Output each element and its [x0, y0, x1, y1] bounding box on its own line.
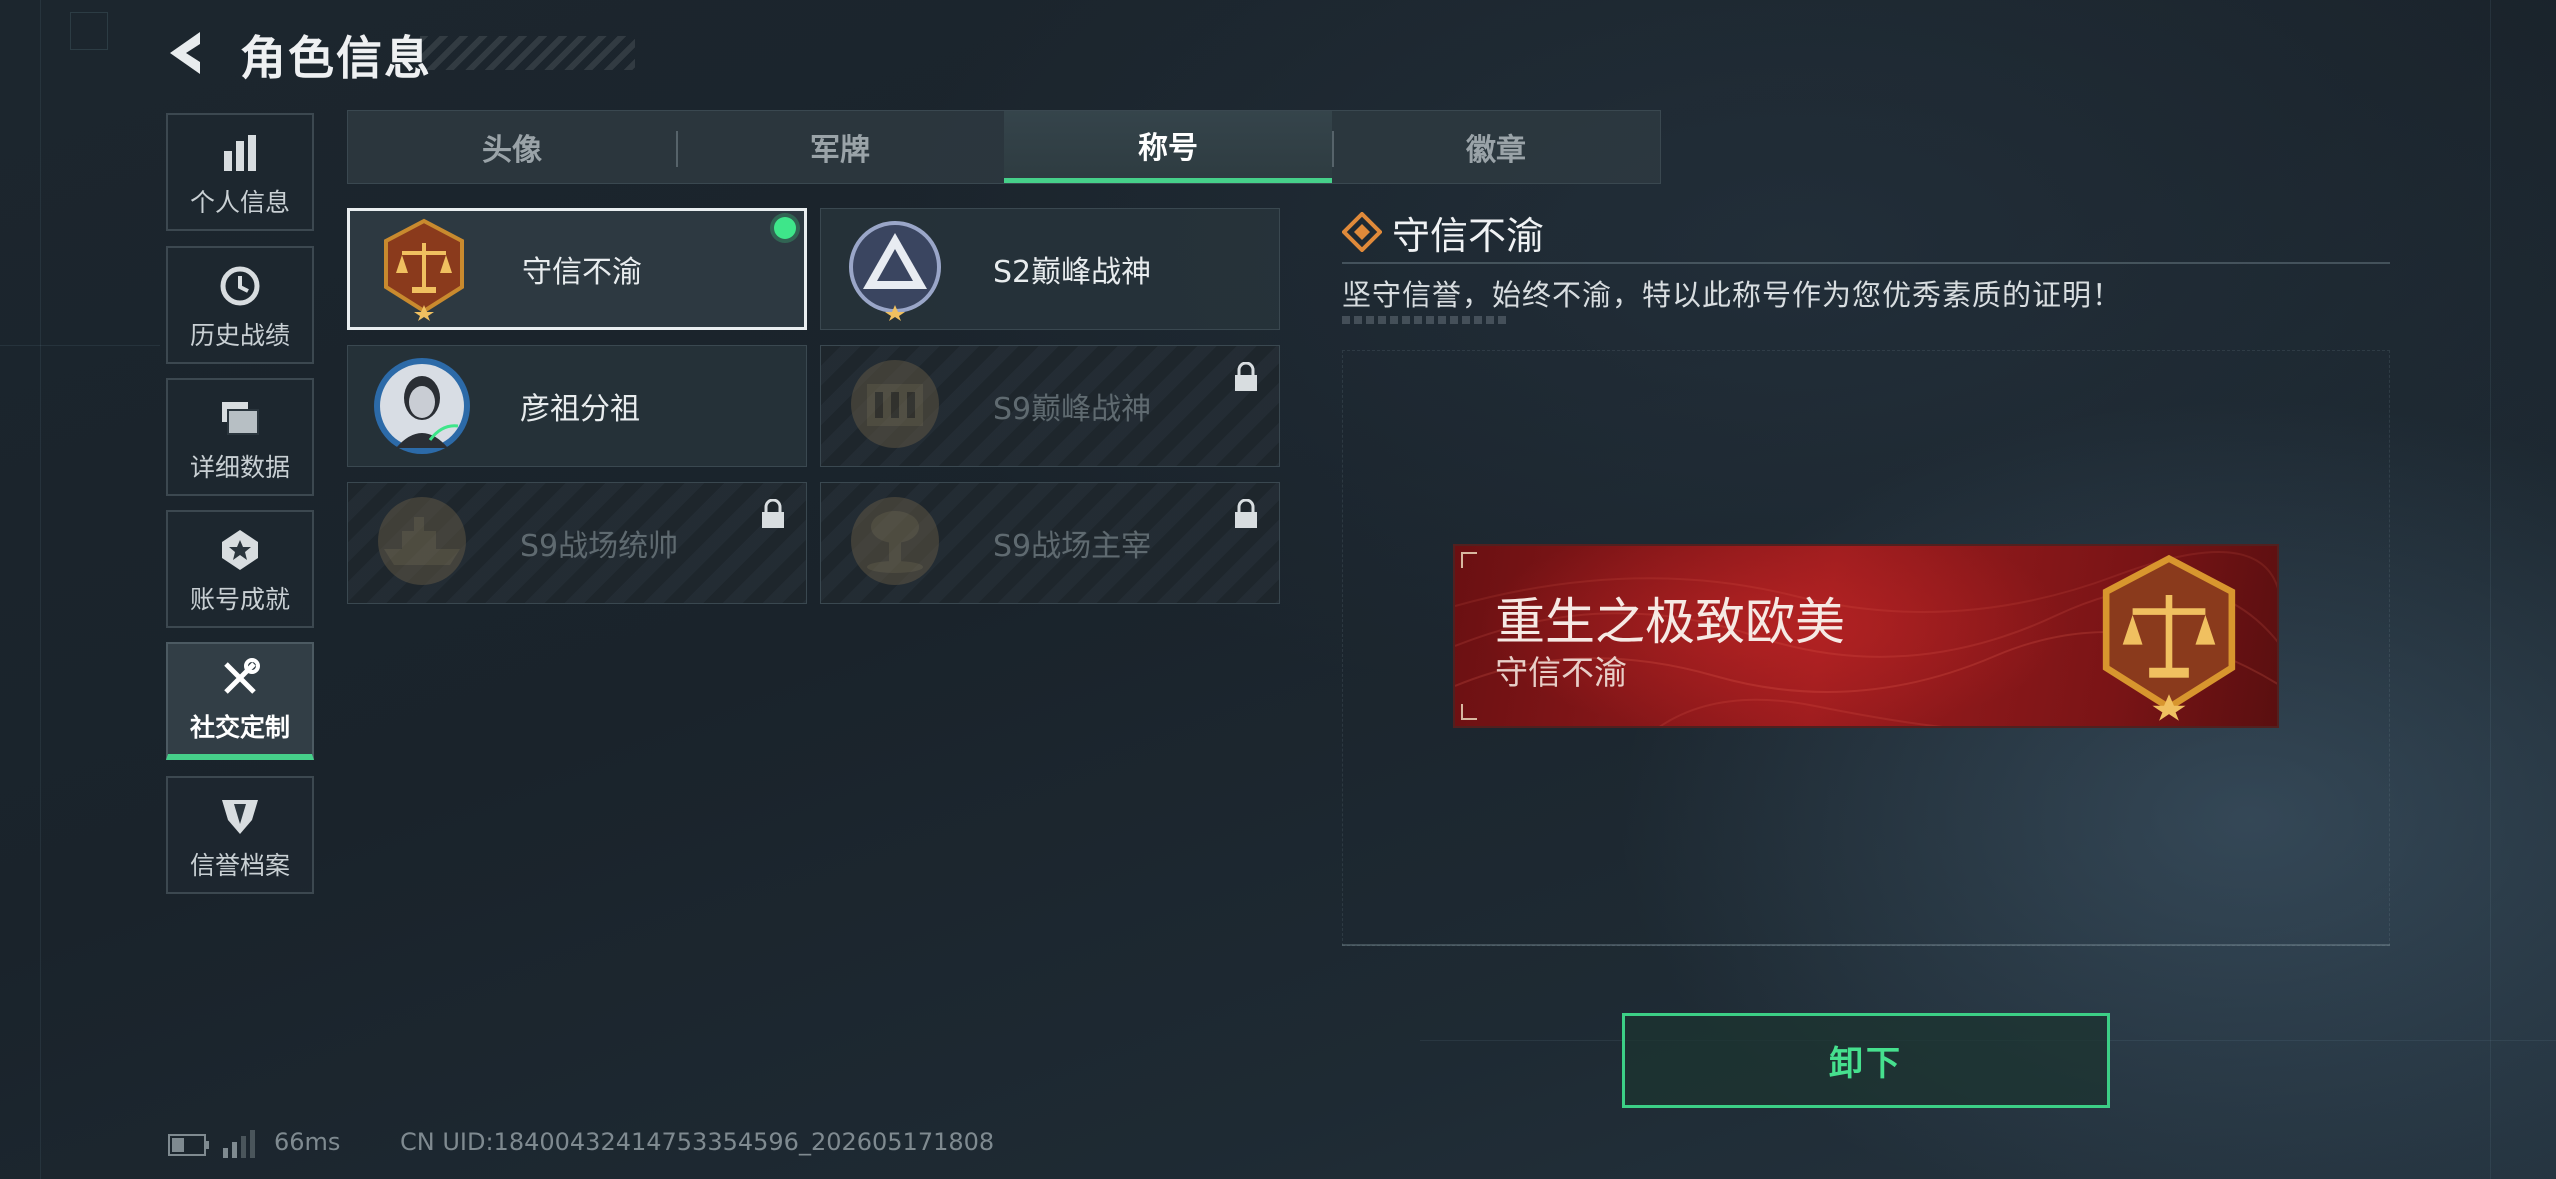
unequip-button[interactable]: 卸下: [1622, 1013, 2110, 1108]
title-diamond-icon: [1342, 212, 1382, 252]
wrench-screwdriver-icon: [224, 658, 260, 694]
signal-strength-icon: [223, 1130, 255, 1158]
tab-bar: 头像 军牌 称号 徽章: [347, 110, 1661, 184]
decorative-code: [1342, 316, 1507, 324]
tab-badge[interactable]: 徽章: [1332, 111, 1660, 183]
scales-emblem-icon: [2102, 554, 2236, 721]
shield-wing-icon: [222, 800, 258, 834]
battery-icon: [168, 1134, 209, 1156]
title-name: S9战场主宰: [993, 529, 1152, 564]
sidebar-item-label: 信誉档案: [189, 851, 290, 880]
sidebar-item-credit-record[interactable]: 信誉档案: [166, 776, 314, 894]
divider: [1342, 262, 2390, 264]
banner-main-text: 重生之极致欧美: [1495, 593, 1845, 651]
portrait-emblem-icon: [374, 358, 470, 454]
title-card[interactable]: S9战场主宰: [820, 482, 1280, 604]
title-name: S2巅峰战神: [993, 255, 1152, 290]
title-name: S9巅峰战神: [993, 392, 1152, 427]
title-decoration: [420, 36, 635, 70]
title-card[interactable]: S2巅峰战神: [820, 208, 1280, 330]
title-card[interactable]: S9巅峰战神: [820, 345, 1280, 467]
ping-readout: 66ms: [274, 1128, 341, 1156]
lock-icon: [1235, 499, 1257, 528]
sidebar-item-label: 社交定制: [189, 713, 290, 742]
bar-chart-icon: [224, 135, 256, 171]
mushroom-cloud-emblem-icon: [851, 497, 939, 585]
back-button[interactable]: [162, 28, 212, 78]
lock-icon: [762, 499, 784, 528]
title-card[interactable]: S9战场统帅: [347, 482, 807, 604]
banner-corner: [1461, 704, 1477, 720]
sidebar-item-profile[interactable]: 个人信息: [166, 113, 314, 231]
title-banner-preview: 重生之极致欧美 守信不渝: [1453, 544, 2279, 728]
tab-dog-tag[interactable]: 军牌: [676, 111, 1004, 183]
back-arrow-icon: [170, 32, 200, 74]
title-card[interactable]: 彦祖分祖: [347, 345, 807, 467]
sidebar-item-label: 账号成就: [189, 585, 290, 614]
banner-sub-text: 守信不渝: [1495, 653, 1627, 692]
title-name: S9战场统帅: [520, 529, 679, 564]
warship-emblem-icon: [378, 497, 466, 585]
detail-title: 守信不渝: [1392, 214, 1545, 258]
folders-icon: [222, 402, 259, 435]
equipped-indicator: [774, 217, 796, 239]
tab-title[interactable]: 称号: [1004, 111, 1332, 183]
sidebar-item-history[interactable]: 历史战绩: [166, 246, 314, 364]
tab-avatar[interactable]: 头像: [348, 111, 676, 183]
title-name: 彦祖分祖: [520, 392, 640, 427]
triangle-emblem-icon: [849, 221, 941, 321]
lock-icon: [1235, 362, 1257, 391]
user-uid: CN UID:18400432414753354596_202605171808: [400, 1128, 995, 1156]
sidebar-item-label: 历史战绩: [189, 321, 290, 350]
page-title: 角色信息: [240, 31, 432, 85]
sidebar-item-achievements[interactable]: 账号成就: [166, 510, 314, 628]
sidebar-item-label: 个人信息: [189, 188, 290, 217]
achievement-badge-icon: [222, 530, 258, 570]
detail-description: 坚守信誉，始终不渝，特以此称号作为您优秀素质的证明！: [1342, 278, 2123, 312]
title-card[interactable]: 守信不渝: [347, 208, 807, 330]
banner-corner: [1461, 552, 1477, 568]
divider: [1342, 944, 2390, 946]
sidebar-item-label: 详细数据: [189, 453, 290, 482]
sidebar-item-details[interactable]: 详细数据: [166, 378, 314, 496]
clock-history-icon: [220, 266, 260, 306]
building-emblem-icon: [851, 360, 939, 448]
scales-emblem-icon: [384, 218, 464, 321]
sidebar-item-social-custom[interactable]: 社交定制: [166, 642, 314, 760]
title-name: 守信不渝: [522, 255, 642, 290]
